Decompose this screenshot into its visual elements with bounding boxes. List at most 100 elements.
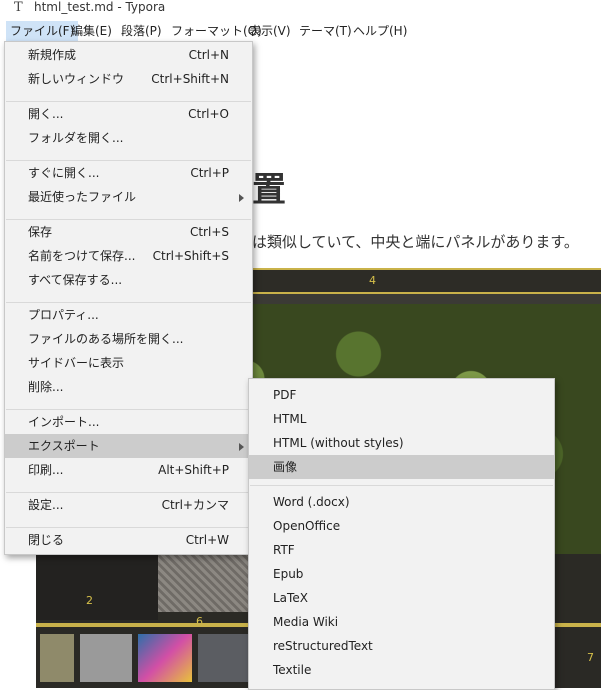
file-menu-item-shortcut: Ctrl+P bbox=[190, 166, 229, 180]
export-menu-item-8[interactable]: LaTeX bbox=[249, 586, 554, 610]
file-menu-item-shortcut: Ctrl+S bbox=[189, 225, 229, 239]
export-menu-item-label: HTML (without styles) bbox=[273, 436, 404, 450]
export-menu-item-label: RTF bbox=[273, 543, 295, 557]
title-bar: T html_test.md - Typora bbox=[0, 0, 601, 16]
file-menu-item-shortcut: Ctrl+N bbox=[188, 48, 229, 62]
menubar-item-1[interactable]: 編集(E) bbox=[67, 21, 116, 41]
file-menu-item-shortcut: Ctrl+W bbox=[185, 533, 229, 547]
export-menu-item-label: 画像 bbox=[273, 460, 298, 474]
image-label-top: 4 bbox=[369, 274, 376, 287]
menu-separator bbox=[6, 160, 251, 161]
image-label-bottom-right: 7 bbox=[587, 651, 594, 664]
file-menu-item-shortcut: Ctrl+Shift+S bbox=[152, 249, 229, 263]
export-menu-item-label: reStructuredText bbox=[273, 639, 373, 653]
export-menu-item-label: OpenOffice bbox=[273, 519, 341, 533]
file-menu-item-15[interactable]: 印刷... Alt+Shift+P bbox=[5, 458, 252, 482]
menubar-item-6[interactable]: ヘルプ(H) bbox=[349, 21, 411, 41]
file-menu-item-label: インポート... bbox=[28, 415, 100, 429]
file-menu-item-1[interactable]: 新しいウィンドウ Ctrl+Shift+N bbox=[5, 67, 252, 91]
file-menu-item-label: 最近使ったファイル bbox=[28, 190, 137, 204]
menu-separator bbox=[6, 219, 251, 220]
menu-bar: ファイル(F) 編集(E) 段落(P) フォーマット(O) 表示(V) テーマ(T) ヘルプ… bbox=[0, 17, 601, 43]
export-menu-item-label: Media Wiki bbox=[273, 615, 339, 629]
file-menu-item-label: 印刷... bbox=[28, 463, 64, 477]
file-menu-item-13[interactable]: インポート... bbox=[5, 410, 252, 434]
thumbnail-1 bbox=[40, 634, 74, 682]
file-menu-item-7[interactable]: 名前をつけて保存... Ctrl+Shift+S bbox=[5, 244, 252, 268]
export-menu-item-label: LaTeX bbox=[273, 591, 308, 605]
export-menu-item-3[interactable]: 画像 bbox=[249, 455, 554, 479]
file-menu-item-label: ファイルのある場所を開く... bbox=[28, 332, 184, 346]
menubar-item-5[interactable]: テーマ(T) bbox=[295, 21, 356, 41]
menubar-item-2[interactable]: 段落(P) bbox=[117, 21, 166, 41]
menu-separator bbox=[6, 527, 251, 528]
export-menu-item-label: PDF bbox=[273, 388, 297, 402]
file-menu-item-label: 保存 bbox=[28, 225, 53, 239]
menu-separator bbox=[6, 302, 251, 303]
file-menu-item-2[interactable]: 開く... Ctrl+O bbox=[5, 102, 252, 126]
file-menu-item-label: フォルダを開く... bbox=[28, 131, 124, 145]
file-menu-item-label: プロパティ... bbox=[28, 308, 99, 322]
typora-app-icon: T bbox=[14, 0, 23, 15]
export-submenu: PDF HTML HTML (without styles) 画像 Word (.doc… bbox=[248, 378, 555, 690]
export-menu-item-label: Epub bbox=[273, 567, 304, 581]
menu-separator bbox=[6, 492, 251, 493]
menu-separator bbox=[250, 485, 553, 486]
image-gravel-photo bbox=[158, 554, 248, 612]
file-menu: 新規作成 Ctrl+N 新しいウィンドウ Ctrl+Shift+N 開く... Ctrl+… bbox=[4, 41, 253, 555]
window-title: html_test.md - Typora bbox=[34, 0, 166, 14]
export-menu-item-2[interactable]: HTML (without styles) bbox=[249, 431, 554, 455]
file-menu-item-10[interactable]: ファイルのある場所を開く... bbox=[5, 327, 252, 351]
menu-separator bbox=[6, 101, 251, 102]
file-menu-item-label: 設定... bbox=[28, 498, 64, 512]
file-menu-item-label: 名前をつけて保存... bbox=[28, 249, 136, 263]
file-menu-item-4[interactable]: すぐに開く... Ctrl+P bbox=[5, 161, 252, 185]
file-menu-item-label: 開く... bbox=[28, 107, 64, 121]
menu-separator bbox=[6, 409, 251, 410]
file-menu-item-label: 新規作成 bbox=[28, 48, 77, 62]
export-menu-item-7[interactable]: Epub bbox=[249, 562, 554, 586]
file-menu-item-11[interactable]: サイドバーに表示 bbox=[5, 351, 252, 375]
image-left-panel bbox=[36, 554, 158, 620]
menubar-item-4[interactable]: 表示(V) bbox=[245, 21, 295, 41]
thumbnail-3 bbox=[138, 634, 192, 682]
submenu-arrow-icon bbox=[239, 194, 244, 202]
submenu-arrow-icon bbox=[239, 443, 244, 451]
file-menu-item-17[interactable]: 閉じる Ctrl+W bbox=[5, 528, 252, 552]
export-menu-item-5[interactable]: OpenOffice bbox=[249, 514, 554, 538]
file-menu-item-shortcut: Ctrl+Shift+N bbox=[151, 72, 229, 86]
document-paragraph: は類似していて、中央と端にパネルがあります。 bbox=[252, 233, 579, 251]
file-menu-item-5[interactable]: 最近使ったファイル bbox=[5, 185, 252, 209]
export-menu-item-label: Word (.docx) bbox=[273, 495, 350, 509]
file-menu-item-12[interactable]: 削除... bbox=[5, 375, 252, 399]
image-label-left-panel: 2 bbox=[86, 594, 93, 607]
export-menu-item-4[interactable]: Word (.docx) bbox=[249, 490, 554, 514]
thumbnail-4 bbox=[198, 634, 248, 682]
file-menu-item-label: エクスポート bbox=[28, 439, 100, 453]
file-menu-item-16[interactable]: 設定... Ctrl+カンマ bbox=[5, 493, 252, 517]
thumbnail-2 bbox=[80, 634, 132, 682]
file-menu-item-label: すべて保存する... bbox=[28, 273, 123, 287]
export-menu-item-label: HTML bbox=[273, 412, 307, 426]
export-menu-item-1[interactable]: HTML bbox=[249, 407, 554, 431]
file-menu-item-label: 閉じる bbox=[28, 533, 65, 547]
file-menu-item-14[interactable]: エクスポート bbox=[5, 434, 252, 458]
export-menu-item-10[interactable]: reStructuredText bbox=[249, 634, 554, 658]
file-menu-item-8[interactable]: すべて保存する... bbox=[5, 268, 252, 292]
file-menu-item-6[interactable]: 保存 Ctrl+S bbox=[5, 220, 252, 244]
file-menu-item-shortcut: Ctrl+O bbox=[188, 107, 229, 121]
document-heading: 置 bbox=[252, 170, 286, 210]
export-menu-item-6[interactable]: RTF bbox=[249, 538, 554, 562]
export-menu-item-0[interactable]: PDF bbox=[249, 383, 554, 407]
file-menu-item-label: 新しいウィンドウ bbox=[28, 72, 125, 86]
file-menu-item-shortcut: Ctrl+カンマ bbox=[161, 498, 229, 512]
file-menu-item-label: すぐに開く... bbox=[28, 166, 100, 180]
export-menu-item-11[interactable]: Textile bbox=[249, 658, 554, 682]
file-menu-item-9[interactable]: プロパティ... bbox=[5, 303, 252, 327]
file-menu-item-0[interactable]: 新規作成 Ctrl+N bbox=[5, 43, 252, 67]
export-menu-item-9[interactable]: Media Wiki bbox=[249, 610, 554, 634]
export-menu-item-label: Textile bbox=[273, 663, 312, 677]
file-menu-item-label: サイドバーに表示 bbox=[28, 356, 125, 370]
file-menu-item-3[interactable]: フォルダを開く... bbox=[5, 126, 252, 150]
file-menu-item-shortcut: Alt+Shift+P bbox=[158, 463, 229, 477]
